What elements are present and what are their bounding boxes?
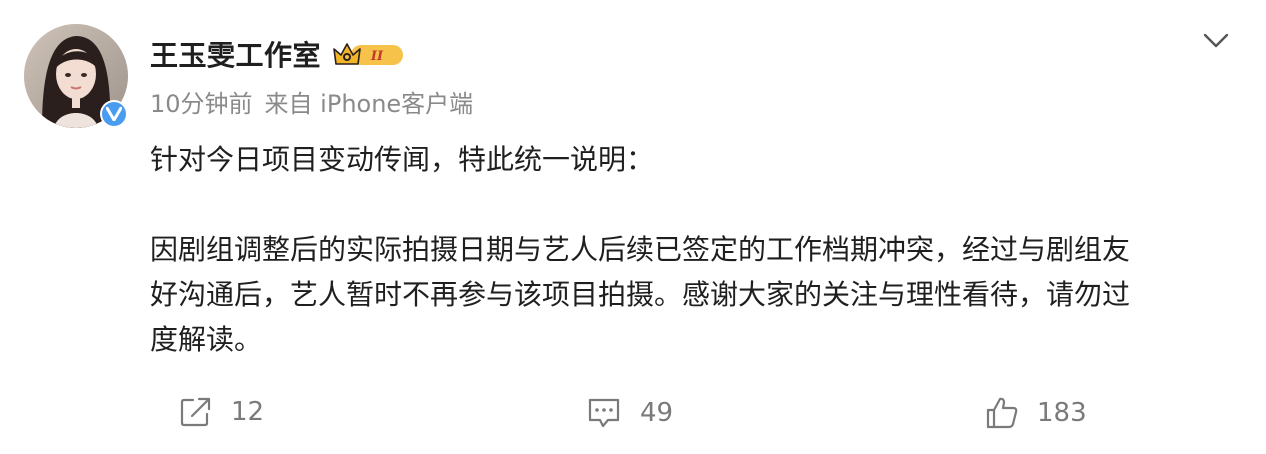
content-line: 因剧组调整后的实际拍摄日期与艺人后续已签定的工作档期冲突，经过与剧组友 — [150, 233, 1131, 266]
crown-icon: II — [333, 43, 404, 65]
repost-icon — [179, 396, 213, 428]
weibo-post: 王玉雯工作室 II 10分钟前 来自 iPhone客户端 针对今日项目变动传闻，… — [0, 0, 1266, 454]
like-button[interactable]: 183 — [985, 396, 1087, 430]
content-line: 度解读。 — [150, 323, 263, 356]
author-name[interactable]: 王玉雯工作室 — [150, 34, 321, 74]
post-header: 王玉雯工作室 II — [150, 34, 405, 74]
chevron-down-icon[interactable] — [1198, 26, 1234, 54]
like-count: 183 — [1037, 398, 1087, 428]
avatar-container[interactable] — [24, 24, 130, 130]
comment-icon — [586, 396, 622, 430]
post-source: 来自 iPhone客户端 — [264, 90, 474, 118]
content-line: 好沟通后，艺人暂时不再参与该项目拍摄。感谢大家的关注与理性看待，请勿过 — [150, 278, 1131, 311]
repost-count: 12 — [231, 397, 265, 427]
verified-icon — [102, 102, 126, 126]
post-meta: 10分钟前 来自 iPhone客户端 — [150, 84, 473, 119]
vip-level: II — [370, 49, 384, 64]
content-line: 针对今日项目变动传闻，特此统一说明： — [150, 143, 655, 176]
repost-button[interactable]: 12 — [179, 396, 264, 428]
post-content: 针对今日项目变动传闻，特此统一说明： 因剧组调整后的实际拍摄日期与艺人后续已签定… — [150, 137, 1230, 362]
comment-count: 49 — [640, 398, 674, 428]
content-blank-line — [150, 182, 1230, 227]
comment-button[interactable]: 49 — [586, 396, 673, 430]
vip-badge[interactable]: II — [331, 39, 405, 69]
like-icon — [985, 396, 1019, 430]
verified-badge — [100, 100, 128, 128]
action-bar: 12 49 183 — [0, 390, 1266, 440]
post-time: 10分钟前 — [150, 90, 253, 118]
